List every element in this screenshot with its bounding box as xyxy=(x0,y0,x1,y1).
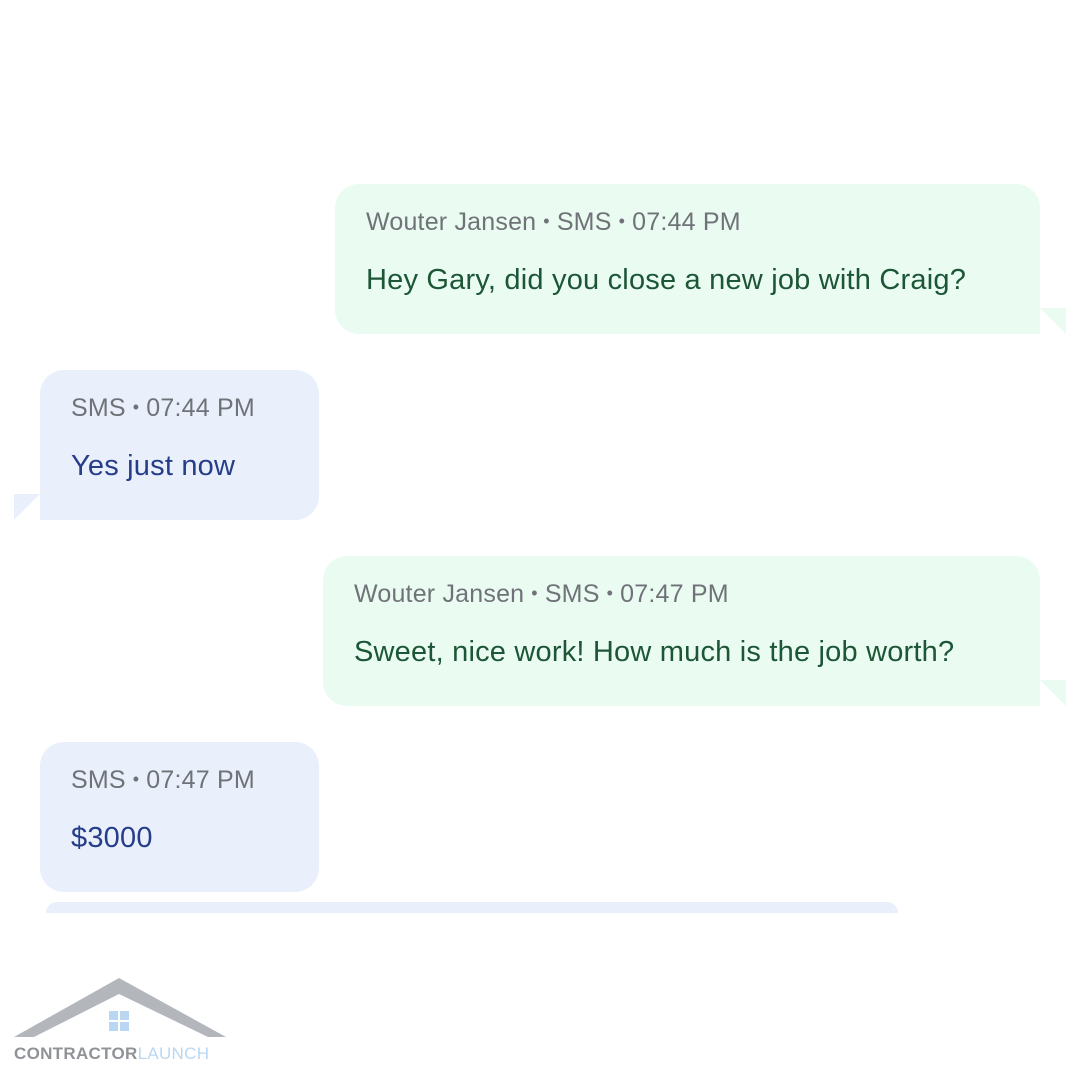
channel-label: SMS xyxy=(71,766,126,794)
separator-dot: • xyxy=(543,211,550,231)
message-text: Hey Gary, did you close a new job with C… xyxy=(366,264,967,296)
message-time: 07:47 PM xyxy=(620,580,729,608)
sender-name: Wouter Jansen xyxy=(354,580,525,608)
house-roof-icon xyxy=(14,978,226,1037)
logo-wordmark: CONTRACTORLAUNCH xyxy=(14,1044,209,1064)
message-bubble-outgoing[interactable]: Wouter Jansen • SMS • 07:44 PM Hey Gary, did… xyxy=(335,184,1040,334)
message-text: Yes just now xyxy=(71,450,236,482)
message-meta: SMS • 07:47 PM xyxy=(71,766,255,795)
message-meta: Wouter Jansen • SMS • 07:47 PM xyxy=(354,580,729,609)
message-time: 07:44 PM xyxy=(632,208,741,236)
channel-label: SMS xyxy=(71,394,126,422)
message-bubble-incoming[interactable]: SMS • 07:47 PM $3000 xyxy=(40,742,319,892)
channel-label: SMS xyxy=(556,208,612,236)
bubble-tail xyxy=(1040,680,1066,706)
bubble-tail xyxy=(14,494,40,520)
separator-dot: • xyxy=(606,583,614,603)
separator-dot: • xyxy=(132,397,140,417)
separator-dot: • xyxy=(132,769,140,789)
bubble-tail xyxy=(1040,308,1066,334)
separator-dot: • xyxy=(618,211,626,231)
logo-text-contractor: CONTRACTOR xyxy=(14,1044,138,1063)
message-meta: Wouter Jansen • SMS • 07:44 PM xyxy=(366,208,741,237)
message-time: 07:47 PM xyxy=(146,766,255,794)
message-bubble-outgoing[interactable]: Wouter Jansen • SMS • 07:47 PM Sweet, nice w… xyxy=(323,556,1040,706)
message-bubble-partial xyxy=(46,902,898,913)
message-bubble-incoming[interactable]: SMS • 07:44 PM Yes just now xyxy=(40,370,319,520)
message-text: $3000 xyxy=(71,822,153,854)
message-meta: SMS • 07:44 PM xyxy=(71,394,255,423)
channel-label: SMS xyxy=(544,580,600,608)
sender-name: Wouter Jansen xyxy=(366,208,537,236)
message-text: Sweet, nice work! How much is the job wo… xyxy=(354,636,955,668)
separator-dot: • xyxy=(531,583,538,603)
logo-text-launch: LAUNCH xyxy=(137,1044,210,1063)
message-time: 07:44 PM xyxy=(146,394,255,422)
contractor-launch-logo: CONTRACTORLAUNCH xyxy=(12,975,228,1067)
